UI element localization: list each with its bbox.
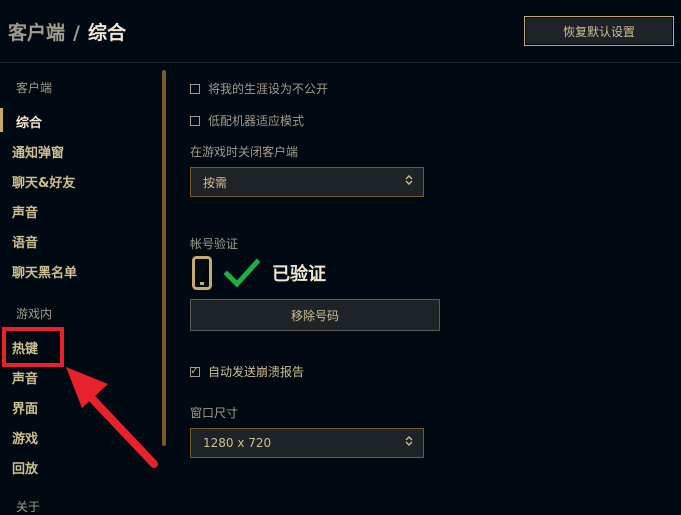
window-size-label: 窗口尺寸	[190, 406, 239, 420]
close-client-value: 按需	[203, 175, 228, 190]
sidebar-item-chat-blocklist[interactable]: 聊天黑名单	[12, 262, 77, 281]
sidebar-item-chat-friends[interactable]: 聊天&好友	[12, 172, 75, 191]
window-size-value: 1280 x 720	[203, 436, 272, 450]
sidebar-item-interface[interactable]: 界面	[12, 398, 38, 417]
private-career-label: 将我的生涯设为不公开	[208, 82, 329, 96]
checkmark-icon: ✓	[190, 363, 200, 377]
phone-icon	[192, 256, 212, 290]
sidebar-item-game[interactable]: 游戏	[12, 428, 38, 447]
sidebar-item-sound[interactable]: 声音	[12, 202, 38, 221]
private-career-toggle[interactable]: 将我的生涯设为不公开	[190, 80, 328, 97]
sidebar-item-voice[interactable]: 语音	[12, 232, 38, 251]
highlight-box	[2, 327, 64, 367]
remove-number-button[interactable]: 移除号码	[190, 299, 440, 331]
page-title: 综合	[87, 22, 126, 44]
verification-status: 已验证	[192, 256, 326, 290]
auto-crash-report-checkbox[interactable]: ✓	[190, 363, 200, 377]
sidebar-group-about: 关于	[16, 500, 41, 514]
breadcrumb-parent[interactable]: 客户端	[8, 22, 65, 44]
chevron-up-down-icon	[405, 435, 413, 447]
sidebar-item-ingame-sound[interactable]: 声音	[12, 368, 38, 387]
sidebar-group-ingame: 游戏内	[16, 307, 53, 321]
header: 客户端 / 综合 恢复默认设置	[0, 0, 681, 62]
sidebar-item-general[interactable]: 综合	[16, 112, 42, 131]
sidebar-item-replays[interactable]: 回放	[12, 458, 38, 477]
account-verification-label: 帐号验证	[190, 237, 239, 251]
private-career-checkbox[interactable]	[190, 83, 200, 94]
check-icon	[224, 258, 260, 288]
low-spec-label: 低配机器适应模式	[208, 114, 305, 128]
close-client-label: 在游戏时关闭客户端	[190, 145, 299, 159]
sidebar-active-indicator	[0, 108, 3, 132]
close-client-dropdown[interactable]: 按需	[190, 167, 424, 197]
breadcrumb-separator: /	[73, 22, 80, 44]
sidebar-item-notifications[interactable]: 通知弹窗	[12, 142, 64, 161]
auto-crash-report-label: 自动发送崩溃报告	[208, 365, 305, 379]
auto-crash-report-toggle[interactable]: ✓ 自动发送崩溃报告	[190, 363, 304, 380]
low-spec-checkbox[interactable]	[190, 115, 200, 126]
sidebar-group-client: 客户端	[16, 81, 53, 95]
breadcrumb: 客户端 / 综合	[8, 18, 126, 45]
verified-status-text: 已验证	[272, 264, 326, 285]
sidebar-scrollbar[interactable]	[162, 70, 166, 446]
low-spec-toggle[interactable]: 低配机器适应模式	[190, 112, 304, 129]
chevron-up-down-icon	[405, 174, 413, 186]
window-size-dropdown[interactable]: 1280 x 720	[190, 428, 424, 458]
restore-defaults-button[interactable]: 恢复默认设置	[524, 16, 674, 46]
